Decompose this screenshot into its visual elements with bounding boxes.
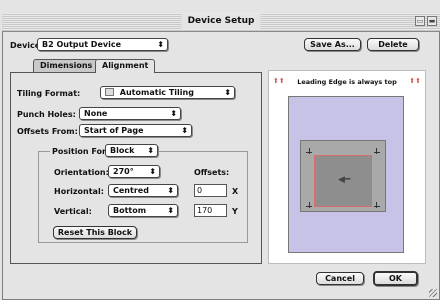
vertical-offset-field[interactable]: 170 <box>194 204 227 217</box>
punch-holes-label: Punch Holes: <box>17 110 76 119</box>
device-popup-value: B2 Output Device <box>42 40 121 49</box>
crop-mark <box>374 206 380 207</box>
updown-arrows-icon: ⬍ <box>147 146 154 155</box>
updown-arrows-icon: ⬍ <box>149 167 156 176</box>
orientation-popup[interactable]: 270° ⬍ <box>108 165 160 178</box>
up-arrows-right-icon: ⬆⬆ <box>409 77 421 85</box>
y-label: Y <box>232 207 238 216</box>
vertical-label: Vertical: <box>54 207 92 216</box>
crop-mark <box>309 202 310 208</box>
tiling-format-popup[interactable]: Automatic Tiling ⬍ <box>100 86 235 99</box>
tiling-format-value: Automatic Tiling <box>119 88 194 97</box>
cancel-button[interactable]: Cancel <box>316 272 364 285</box>
save-as-button[interactable]: Save As... <box>304 38 361 51</box>
ok-button[interactable]: OK <box>373 271 418 286</box>
updown-arrows-icon: ⬍ <box>170 109 177 118</box>
delete-button[interactable]: Delete <box>367 38 419 51</box>
position-for-label: Position For: <box>50 147 112 156</box>
punch-holes-popup[interactable]: None ⬍ <box>79 107 181 120</box>
crop-mark <box>306 152 312 153</box>
crop-mark <box>376 148 377 154</box>
tab-dimensions[interactable]: Dimensions <box>33 59 100 72</box>
updown-arrows-icon: ⬍ <box>167 186 174 195</box>
crop-mark <box>374 152 380 153</box>
offsets-from-value: Start of Page <box>84 126 144 135</box>
device-setup-window: Device Setup ▭ ▬ Device: B2 Output Devic… <box>0 0 440 300</box>
window-controls: ▭ ▬ <box>415 16 437 26</box>
tab-alignment[interactable]: Alignment <box>95 59 156 73</box>
updown-arrows-icon: ⬍ <box>167 206 174 215</box>
leading-edge-caption: Leading Edge is always top <box>297 78 397 86</box>
offsets-label: Offsets: <box>194 168 230 177</box>
horizontal-value: Centred <box>113 186 149 195</box>
device-popup[interactable]: B2 Output Device ⬍ <box>37 38 168 51</box>
horizontal-offset-field[interactable]: 0 <box>194 184 227 197</box>
updown-arrows-icon: ⬍ <box>224 88 231 97</box>
offsets-from-label: Offsets From: <box>17 127 78 136</box>
collapse-box-icon[interactable]: ▬ <box>427 16 437 26</box>
orientation-label: Orientation: <box>54 168 109 177</box>
window-title: Device Setup <box>181 14 261 29</box>
crop-mark <box>309 148 310 154</box>
horizontal-label: Horizontal: <box>54 187 104 196</box>
crop-mark <box>306 206 312 207</box>
position-for-value: Block <box>110 146 135 155</box>
vertical-popup[interactable]: Bottom ⬍ <box>108 204 178 217</box>
tiling-format-label: Tiling Format: <box>17 89 81 98</box>
position-for-popup[interactable]: Block ⬍ <box>105 144 158 157</box>
resize-grip-icon[interactable] <box>429 289 437 297</box>
zoom-box-icon[interactable]: ▭ <box>415 16 425 26</box>
orientation-value: 270° <box>113 167 134 176</box>
x-label: X <box>232 187 239 196</box>
vertical-value: Bottom <box>113 206 147 215</box>
updown-arrows-icon: ⬍ <box>157 40 164 49</box>
reset-block-button[interactable]: Reset This Block <box>53 226 137 239</box>
horizontal-popup[interactable]: Centred ⬍ <box>108 184 178 197</box>
punch-holes-value: None <box>84 109 108 118</box>
left-arrow-icon: ◀━ <box>338 175 351 185</box>
crop-mark <box>376 202 377 208</box>
title-bar[interactable]: Device Setup ▭ ▬ <box>2 13 440 32</box>
tiling-icon <box>105 88 114 96</box>
offsets-from-popup[interactable]: Start of Page ⬍ <box>79 124 192 137</box>
updown-arrows-icon: ⬍ <box>181 126 188 135</box>
